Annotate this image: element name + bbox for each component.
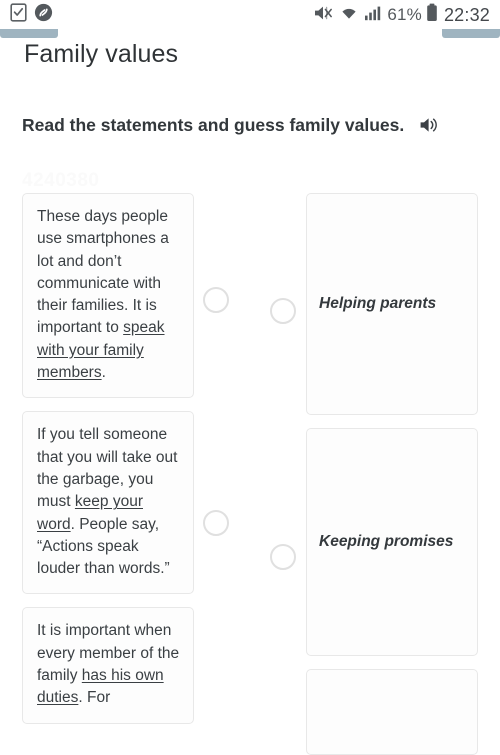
answer-card[interactable]: Helping parents xyxy=(306,193,478,415)
statement-text: . For xyxy=(78,689,111,707)
shazam-icon xyxy=(34,3,53,27)
page-title: Family values xyxy=(24,40,179,68)
wifi-icon xyxy=(338,4,360,27)
app-root: 61% 22:32 Family values Read the stateme… xyxy=(0,0,500,755)
battery-icon xyxy=(426,3,438,27)
statement-card[interactable]: If you tell someone that you will take o… xyxy=(22,411,194,595)
clock-label: 22:32 xyxy=(443,4,490,25)
statement-card[interactable]: These days people use smartphones a lot … xyxy=(22,193,194,399)
statement-text: These days people use smartphones a lot … xyxy=(37,208,169,337)
accent-bar-right xyxy=(442,29,500,38)
speaker-icon[interactable] xyxy=(419,115,440,142)
answers-column: Helping parents Keeping promises xyxy=(306,193,478,755)
battery-percent-label: 61% xyxy=(387,5,422,24)
statement-text: . xyxy=(101,364,106,382)
status-bar-right-icons: 61% 22:32 xyxy=(313,3,490,27)
connector-dot-statement-2[interactable] xyxy=(203,510,229,536)
answer-card[interactable] xyxy=(306,669,478,755)
accent-bar-left xyxy=(0,29,58,38)
mute-volume-icon xyxy=(313,4,334,27)
status-bar-left-icons xyxy=(10,3,53,27)
statement-card[interactable]: It is important when every member of the… xyxy=(22,607,194,724)
cellular-signal-icon xyxy=(364,4,383,27)
note-checkbox-icon xyxy=(10,3,27,27)
connector-dot-statement-1[interactable] xyxy=(203,287,229,313)
task-prompt: Read the statements and guess family val… xyxy=(22,112,442,142)
answer-card[interactable]: Keeping promises xyxy=(306,428,478,656)
answer-label: Keeping promises xyxy=(319,533,454,550)
exercise-id-watermark: 4240380 xyxy=(22,170,100,191)
connector-dot-answer-2[interactable] xyxy=(270,544,296,570)
status-bar: 61% 22:32 xyxy=(0,0,500,30)
connector-dot-answer-1[interactable] xyxy=(270,298,296,324)
answer-label: Helping parents xyxy=(319,295,437,312)
statements-column: These days people use smartphones a lot … xyxy=(22,193,194,737)
matching-exercise: These days people use smartphones a lot … xyxy=(0,193,500,755)
task-prompt-text: Read the statements and guess family val… xyxy=(22,115,405,135)
